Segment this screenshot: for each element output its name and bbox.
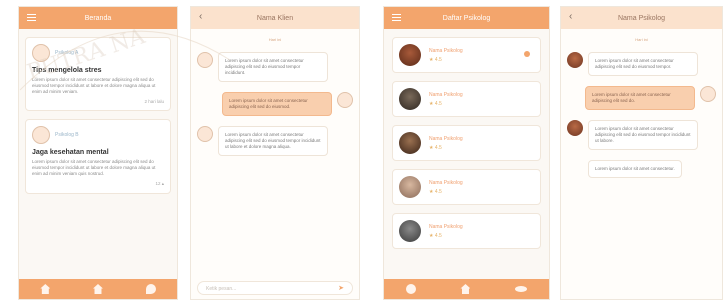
menu-icon[interactable] <box>392 14 401 21</box>
contact-rating: ★ 4.5 <box>429 144 442 151</box>
eye-icon[interactable] <box>514 286 527 292</box>
message-bubble: Lorem ipsum dolor sit amet consectetur a… <box>588 120 698 150</box>
contact-rating: ★ 4.5 <box>429 188 442 195</box>
avatar <box>399 220 421 242</box>
contact-item[interactable]: Nama Psikolog ★ 4.5 <box>392 125 541 161</box>
contact-name: Nama Psikolog <box>429 179 463 186</box>
date-chip: Hari ini <box>268 37 282 42</box>
chat-screen-2: ‹ Nama Psikolog Hari ini Lorem ipsum dol… <box>560 6 723 300</box>
post-title: Tips mengelola stres <box>32 67 102 74</box>
post-title: Jaga kesehatan mental <box>32 149 109 156</box>
post-meta: 2 hari lalu <box>144 99 164 104</box>
contacts-screen: Daftar Psikolog Nama Psikolog ★ 4.5 Nama… <box>383 6 550 300</box>
contacts-topbar: Daftar Psikolog <box>384 7 549 29</box>
back-arrow-icon[interactable]: ‹ <box>569 11 572 22</box>
menu-icon[interactable] <box>27 14 36 21</box>
contact-rating: ★ 4.5 <box>429 56 442 63</box>
message-bubble: Lorem ipsum dolor sit amet consectetur a… <box>218 52 328 82</box>
history-icon[interactable] <box>406 284 417 294</box>
input-placeholder: Ketik pesan... <box>206 286 237 292</box>
bottom-nav <box>384 279 549 299</box>
chat-title: Nama Psikolog <box>617 14 666 22</box>
chat-topbar: ‹ Nama Psikolog <box>561 7 722 29</box>
post-author: Psikolog A <box>32 44 164 62</box>
post-body: Lorem ipsum dolor sit amet consectetur a… <box>32 77 156 94</box>
contact-item[interactable]: Nama Psikolog ★ 4.5 <box>392 213 541 249</box>
message-input[interactable]: Ketik pesan... ➤ <box>197 281 353 295</box>
post-card[interactable]: Psikolog B Jaga kesehatan mental Lorem i… <box>25 119 171 194</box>
avatar <box>399 176 421 198</box>
message-bubble: Lorem ipsum dolor sit amet consectetur a… <box>218 126 328 156</box>
message-left: Lorem ipsum dolor sit amet consectetur. <box>588 160 716 178</box>
back-arrow-icon[interactable]: ‹ <box>199 11 202 22</box>
author-name: Psikolog B <box>55 132 79 138</box>
message-left: Lorem ipsum dolor sit amet consectetur a… <box>197 52 353 82</box>
avatar <box>197 52 213 68</box>
message-left: Lorem ipsum dolor sit amet consectetur a… <box>567 120 716 150</box>
explore-icon[interactable] <box>92 284 103 294</box>
send-icon[interactable]: ➤ <box>338 285 344 292</box>
bottom-nav <box>19 279 177 299</box>
post-card[interactable]: Psikolog A Tips mengelola stres Lorem ip… <box>25 37 171 111</box>
message-bubble: Lorem ipsum dolor sit amet consectetur a… <box>585 86 695 110</box>
post-meta: 12 ▴ <box>155 181 164 186</box>
avatar <box>399 132 421 154</box>
avatar <box>700 86 716 102</box>
avatar <box>567 120 583 136</box>
date-chip: Hari ini <box>635 37 648 42</box>
avatar <box>567 52 583 68</box>
contact-item[interactable]: Nama Psikolog ★ 4.5 <box>392 37 541 73</box>
message-left: Lorem ipsum dolor sit amet consectetur a… <box>567 52 716 76</box>
message-right: Lorem ipsum dolor sit amet consectetur a… <box>567 86 716 110</box>
avatar <box>399 44 421 66</box>
contact-name: Nama Psikolog <box>429 47 463 54</box>
chat-topbar: ‹ Nama Klien <box>191 7 359 29</box>
contact-name: Nama Psikolog <box>429 91 463 98</box>
avatar <box>399 88 421 110</box>
online-dot <box>524 51 530 57</box>
contact-name: Nama Psikolog <box>429 223 463 230</box>
contact-item[interactable]: Nama Psikolog ★ 4.5 <box>392 169 541 205</box>
avatar <box>337 92 353 108</box>
contact-name: Nama Psikolog <box>429 135 463 142</box>
avatar <box>32 126 50 144</box>
avatar <box>32 44 50 62</box>
home-icon[interactable] <box>40 284 51 294</box>
avatar <box>197 126 213 142</box>
message-bubble: Lorem ipsum dolor sit amet consectetur a… <box>588 52 698 76</box>
contact-item[interactable]: Nama Psikolog ★ 4.5 <box>392 81 541 117</box>
contacts-title: Daftar Psikolog <box>442 14 491 22</box>
post-body: Lorem ipsum dolor sit amet consectetur a… <box>32 159 156 176</box>
message-bubble: Lorem ipsum dolor sit amet consectetur a… <box>222 92 332 116</box>
message-bubble: Lorem ipsum dolor sit amet consectetur. <box>588 160 682 178</box>
chat-screen: ‹ Nama Klien Hari ini Lorem ipsum dolor … <box>190 6 360 300</box>
contact-rating: ★ 4.5 <box>429 232 442 239</box>
feed-title: Beranda <box>84 14 112 22</box>
author-name: Psikolog A <box>55 50 79 56</box>
contact-rating: ★ 4.5 <box>429 100 442 107</box>
home-icon[interactable] <box>460 284 471 294</box>
message-right: Lorem ipsum dolor sit amet consectetur a… <box>197 92 353 116</box>
chat-title: Nama Klien <box>256 14 294 22</box>
post-author: Psikolog B <box>32 126 164 144</box>
message-left: Lorem ipsum dolor sit amet consectetur a… <box>197 126 353 156</box>
feed-topbar: Beranda <box>19 7 177 29</box>
chat-icon[interactable] <box>145 284 156 294</box>
feed-screen: Beranda Psikolog A Tips mengelola stres … <box>18 6 178 300</box>
